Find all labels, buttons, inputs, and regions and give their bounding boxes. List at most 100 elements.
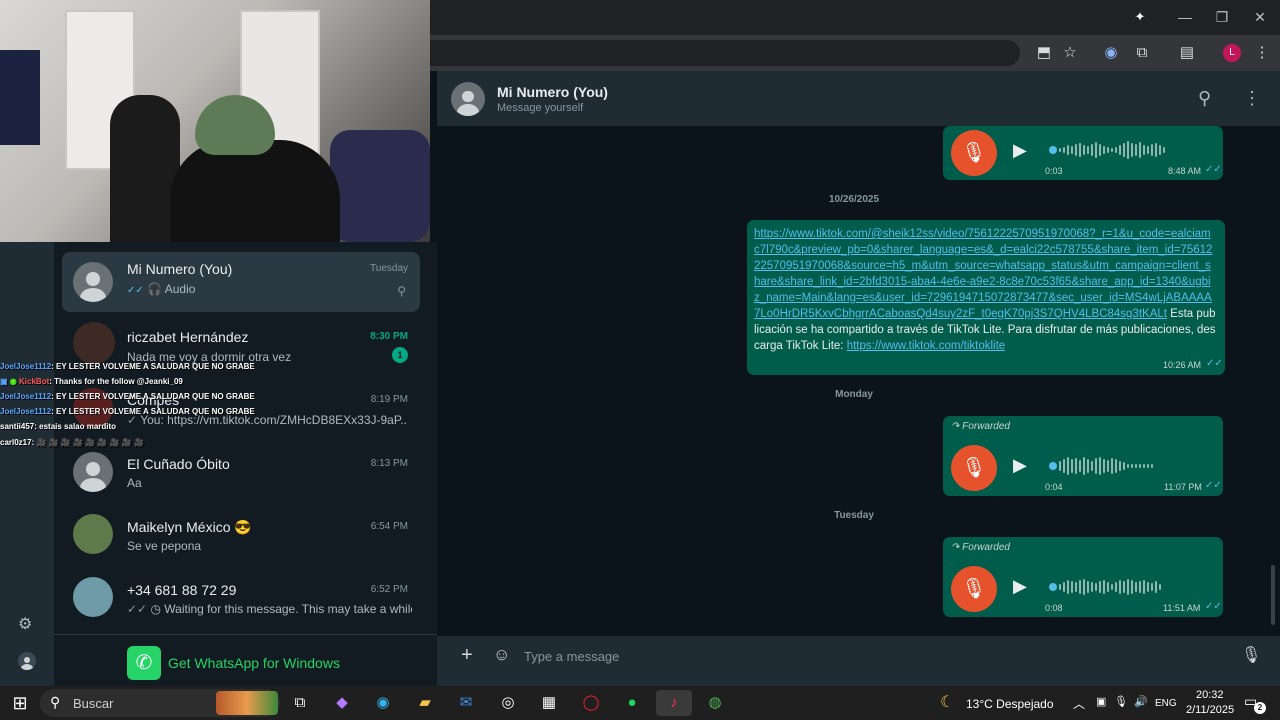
message-time: 11:07 PM [1164, 482, 1202, 492]
chat-preview: ✓✓ ◷ Waiting for this message. This may … [127, 602, 412, 616]
copilot-icon[interactable]: ◆ [329, 690, 355, 716]
whatsapp-logo-icon: ✆ [127, 646, 161, 680]
play-button[interactable]: ▶ [1013, 455, 1027, 476]
profile-avatar[interactable]: L [1223, 44, 1241, 62]
chat-scrollbar[interactable] [1271, 565, 1275, 625]
chat-preview: Aa [127, 476, 142, 490]
close-button[interactable]: ✕ [1245, 6, 1275, 28]
bookmark-star-icon[interactable]: ☆ [1058, 42, 1082, 64]
search-icon[interactable]: ⚲ [1198, 88, 1211, 109]
unread-badge: 1 [392, 347, 408, 363]
mic-icon: 🎙 [951, 130, 997, 176]
forwarded-audio-message[interactable]: ↷ Forwarded 🎙 ▶ 0:04 11:07 PM ✓✓ [943, 416, 1223, 496]
audio-waveform[interactable] [1049, 456, 1153, 476]
clock-time[interactable]: 20:32 [1196, 689, 1224, 701]
address-bar[interactable] [430, 40, 1020, 66]
install-app-icon[interactable]: ⬒ [1032, 42, 1056, 64]
chat-time: 6:54 PM [370, 521, 408, 532]
weather-label[interactable]: 13°C Despejado [966, 697, 1054, 711]
notifications-count: 2 [1254, 702, 1266, 714]
chat-row-mi-numero[interactable]: Mi Numero (You) ✓✓ 🎧 Audio Tuesday ⚲ [62, 252, 420, 312]
browser-menu-icon[interactable]: ⋮ [1250, 42, 1274, 64]
tiktok-icon[interactable]: ♪ [656, 690, 692, 716]
audio-duration: 0:04 [1045, 482, 1063, 492]
extensions-puzzle-icon[interactable]: ⧉ [1130, 42, 1154, 64]
side-panel-icon[interactable]: ▤ [1175, 42, 1199, 64]
audio-message[interactable]: 🎙 ▶ 0:03 8:48 AM ✓✓ [943, 126, 1223, 180]
voice-record-icon[interactable]: 🎙 [1241, 645, 1261, 665]
forward-arrow-icon: ↷ [951, 421, 960, 432]
microsoft-store-icon[interactable]: ▦ [536, 690, 562, 716]
mail-icon[interactable]: ✉ [453, 690, 479, 716]
date-separator: Monday [835, 389, 873, 400]
chat-time: 6:52 PM [370, 584, 408, 595]
file-explorer-icon[interactable]: ▰ [412, 690, 438, 716]
weather-moon-icon[interactable]: ☾ [940, 692, 954, 712]
edge-icon[interactable]: ◉ [370, 690, 396, 716]
gemini-icon[interactable]: ✦ [1125, 6, 1155, 28]
chat-row-maikelyn[interactable]: Maikelyn México 😎 Se ve pepona 6:54 PM [62, 509, 420, 569]
stream-chat-line: santii457: estais salao mardito [0, 422, 117, 431]
profile-avatar-rail[interactable] [18, 652, 36, 670]
minimize-button[interactable]: — [1170, 6, 1200, 28]
avatar [73, 452, 113, 492]
forward-arrow-icon: ↷ [951, 542, 960, 553]
opera-icon[interactable]: ◯ [578, 690, 604, 716]
chat-row-phone[interactable]: +34 681 88 72 29 ✓✓ ◷ Waiting for this m… [62, 572, 420, 632]
language-indicator[interactable]: ENG [1155, 698, 1177, 709]
message-time: 8:48 AM [1168, 166, 1202, 176]
double-check-icon: ✓✓ [1205, 480, 1222, 491]
mic-icon: 🎙 [951, 445, 997, 491]
get-whatsapp-label: Get WhatsApp for Windows [168, 655, 340, 671]
double-check-icon: ✓✓ [127, 285, 144, 296]
audio-waveform[interactable] [1049, 140, 1165, 160]
stream-chat-line: JoelJose1112: EY LESTER VOLVEME A SALUDA… [0, 407, 255, 416]
audio-waveform[interactable] [1049, 577, 1161, 597]
tray-chevron-icon[interactable]: ︿ [1073, 695, 1085, 712]
chat-title[interactable]: Mi Numero (You) [497, 84, 608, 100]
windows-start-icon[interactable]: ⊞ [7, 690, 33, 716]
tiktok-lite-link[interactable]: https://www.tiktok.com/tiktoklite [847, 340, 1006, 352]
menu-dots-icon[interactable]: ⋮ [1243, 88, 1261, 109]
tiktok-link[interactable]: https://www.tiktok.com/@sheik12ss/video/… [754, 228, 1212, 320]
chat-name: +34 681 88 72 29 [127, 582, 237, 598]
maximize-button[interactable]: ❐ [1207, 6, 1237, 28]
clock-date[interactable]: 2/11/2025 [1186, 704, 1234, 716]
chat-preview: Se ve pepona [127, 539, 202, 553]
clock-icon: ◷ [150, 602, 161, 616]
obs-icon[interactable]: ◎ [495, 690, 521, 716]
chat-time: 8:19 PM [370, 394, 408, 405]
chrome-icon[interactable]: ◍ [702, 690, 728, 716]
chat-avatar[interactable] [451, 82, 485, 116]
message-input[interactable]: Type a message [524, 649, 619, 664]
settings-gear-icon[interactable]: ⚙ [18, 614, 32, 634]
stream-chat-line: JoelJose1112: EY LESTER VOLVEME A SALUDA… [0, 392, 255, 401]
divider [54, 634, 437, 635]
task-view-icon[interactable]: ⧉ [287, 690, 313, 716]
taskbar-search[interactable]: ⚲ Buscar [40, 689, 280, 717]
attach-plus-icon[interactable]: + [461, 644, 473, 667]
chat-name: Maikelyn México 😎 [127, 519, 252, 535]
search-icon: ⚲ [50, 694, 61, 710]
tray-device-icon[interactable]: ▣ [1096, 695, 1106, 708]
search-highlight-image [216, 691, 278, 715]
link-message: https://www.tiktok.com/@sheik12ss/video/… [747, 220, 1225, 375]
tray-volume-icon[interactable]: 🔊 [1134, 695, 1148, 708]
extension-translate-icon[interactable]: ◉ [1099, 42, 1123, 64]
webcam-overlay [0, 0, 430, 242]
webcam-chair [330, 130, 430, 242]
mic-icon: 🎙 [951, 566, 997, 612]
spotify-icon[interactable]: ● [619, 690, 645, 716]
message-text: https://www.tiktok.com/@sheik12ss/video/… [754, 228, 1216, 352]
taskbar-search-label: Buscar [73, 696, 114, 711]
date-separator: Tuesday [834, 510, 874, 521]
play-button[interactable]: ▶ [1013, 576, 1027, 597]
tray-mic-icon[interactable]: 🎙 [1114, 695, 1128, 708]
chat-row-el-cunado[interactable]: El Cuñado Óbito Aa 8:13 PM [62, 446, 420, 506]
chat-time: Tuesday [370, 263, 408, 274]
forwarded-audio-message[interactable]: ↷ Forwarded 🎙 ▶ 0:08 11:51 AM ✓✓ [943, 537, 1223, 617]
avatar [73, 322, 115, 364]
stream-chat-line: JoelJose1112: EY LESTER VOLVEME A SALUDA… [0, 362, 255, 371]
play-button[interactable]: ▶ [1013, 140, 1027, 161]
sticker-icon[interactable]: ☺ [493, 645, 510, 665]
